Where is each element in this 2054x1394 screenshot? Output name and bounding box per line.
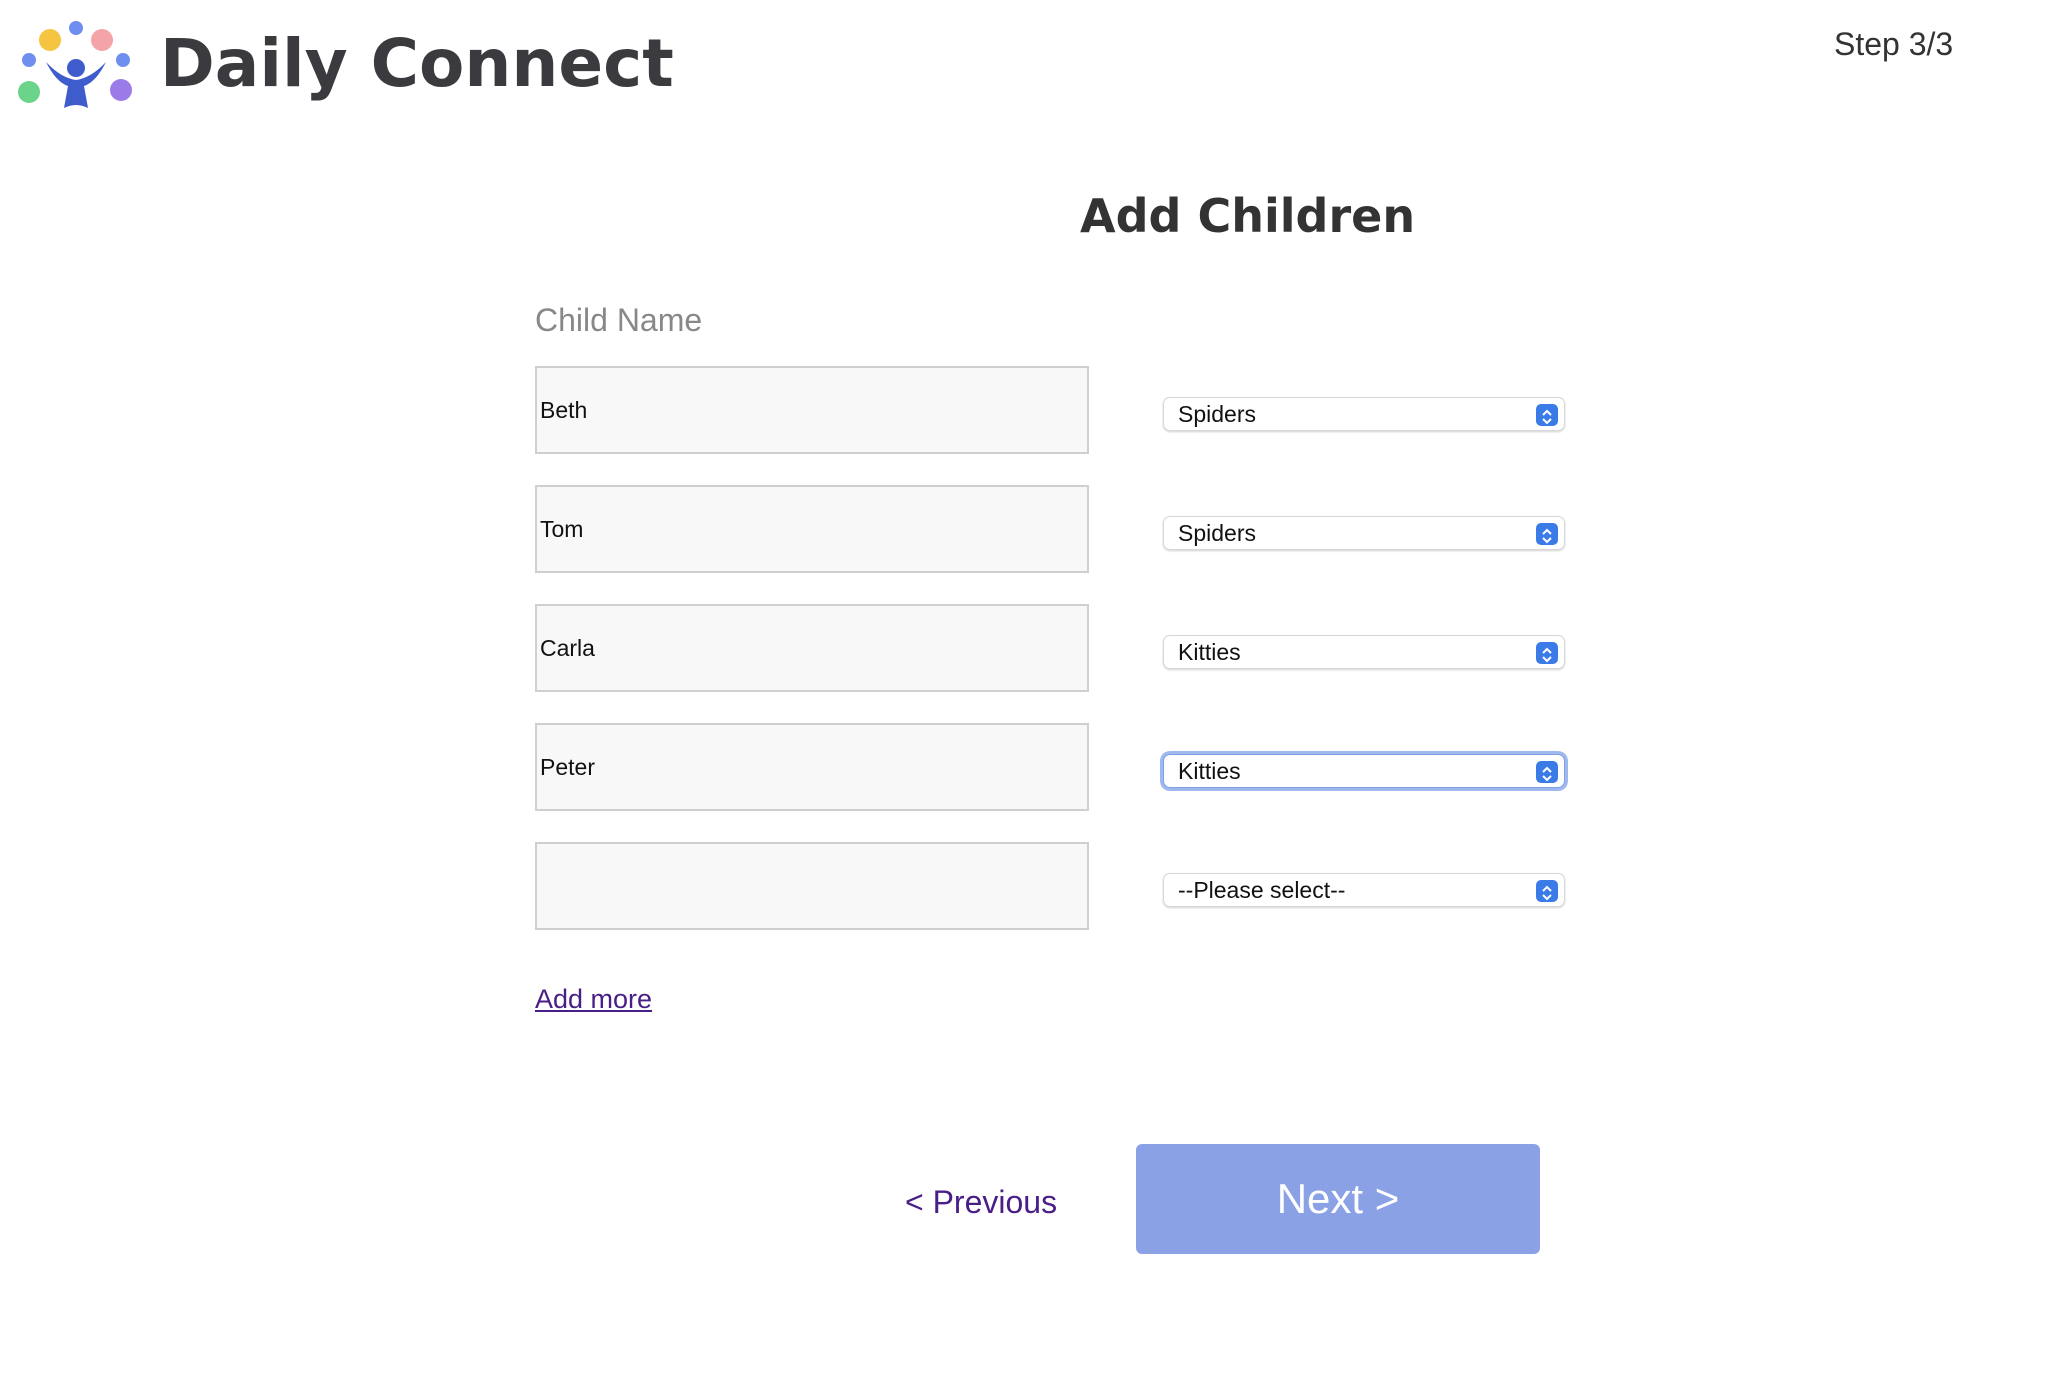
child-name-input-3[interactable]: [535, 604, 1089, 692]
group-select-value: Spiders: [1178, 520, 1256, 546]
next-button[interactable]: Next >: [1136, 1144, 1540, 1254]
chevron-updown-icon: [1536, 523, 1558, 545]
logo-dot-top: [69, 21, 83, 35]
chevron-updown-icon: [1536, 761, 1558, 783]
child-name-input-5[interactable]: [535, 842, 1089, 930]
group-select-4[interactable]: Kitties: [1163, 754, 1565, 788]
group-select-value: Kitties: [1178, 639, 1241, 665]
logo-dot-pink: [91, 29, 113, 51]
group-select-1[interactable]: Spiders: [1163, 397, 1565, 431]
group-select-value: Kitties: [1178, 758, 1241, 784]
group-select-2[interactable]: Spiders: [1163, 516, 1565, 550]
chevron-updown-icon: [1536, 880, 1558, 902]
group-select-3[interactable]: Kitties: [1163, 635, 1565, 669]
group-select-5[interactable]: --Please select--: [1163, 873, 1565, 907]
add-more-link[interactable]: Add more: [535, 984, 652, 1015]
group-select-value: Spiders: [1178, 401, 1256, 427]
logo-dot-green: [18, 81, 40, 103]
child-name-input-2[interactable]: [535, 485, 1089, 573]
daily-connect-logo: [16, 16, 136, 116]
logo-dot-right-small: [116, 53, 130, 67]
child-name-label: Child Name: [535, 302, 703, 338]
logo-dot-left-small: [22, 53, 36, 67]
chevron-updown-icon: [1536, 642, 1558, 664]
previous-link[interactable]: < Previous: [905, 1184, 1057, 1221]
next-button-label: Next >: [1276, 1175, 1400, 1222]
logo-figure-head: [67, 59, 85, 77]
page-title: Add Children: [1080, 189, 1416, 243]
child-name-input-4[interactable]: [535, 723, 1089, 811]
child-name-input-1[interactable]: [535, 366, 1089, 454]
chevron-updown-icon: [1536, 404, 1558, 426]
logo-dot-yellow: [39, 29, 61, 51]
logo-dot-purple: [110, 79, 132, 101]
brand-name: Daily Connect: [160, 25, 674, 102]
step-indicator: Step 3/3: [1834, 26, 1954, 62]
group-select-value: --Please select--: [1178, 877, 1346, 903]
